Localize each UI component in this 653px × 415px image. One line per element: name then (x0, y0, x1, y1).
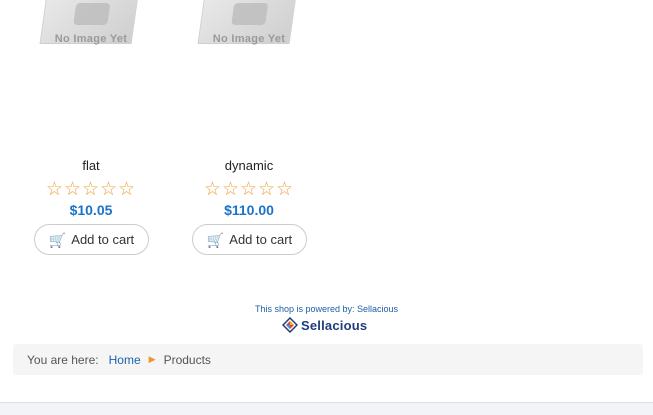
camera-icon (231, 3, 269, 25)
powered-by-text: This shop is powered by: Sellacious (0, 304, 653, 314)
product-image[interactable]: No Image Yet (190, 0, 308, 55)
rating-stars: ☆☆☆☆☆ (45, 179, 137, 200)
sellacious-link[interactable]: Sellacious (357, 304, 398, 314)
rating-stars: ☆☆☆☆☆ (203, 179, 295, 200)
add-to-cart-button[interactable]: 🛒 Add to cart (34, 224, 149, 255)
product-title[interactable]: flat (6, 158, 176, 173)
camera-icon (73, 3, 111, 25)
footer-bar (0, 402, 653, 415)
breadcrumb: You are here: Home ▶ Products (13, 344, 643, 375)
product-image[interactable]: No Image Yet (32, 0, 150, 55)
breadcrumb-label: You are here: (27, 352, 99, 367)
breadcrumb-home-link[interactable]: Home (109, 353, 141, 367)
product-card: No Image Yet dynamic ☆☆☆☆☆ $110.00 🛒 Add… (164, 0, 334, 260)
sellacious-logo-text: Sellacious (301, 317, 368, 333)
add-to-cart-button[interactable]: 🛒 Add to cart (192, 224, 307, 255)
sellacious-logo-icon (282, 317, 298, 333)
product-price: $110.00 (224, 202, 274, 218)
shopping-cart-icon: 🛒 (48, 231, 67, 248)
breadcrumb-current: Products (163, 352, 211, 367)
caret-right-icon: ▶ (148, 354, 156, 364)
add-to-cart-label: Add to cart (229, 232, 293, 247)
sellacious-logo[interactable]: Sellacious (282, 316, 374, 334)
product-card: No Image Yet flat ☆☆☆☆☆ $10.05 🛒 Add to … (6, 0, 176, 260)
product-listing-page: No Image Yet flat ☆☆☆☆☆ $10.05 🛒 Add to … (0, 0, 653, 415)
add-to-cart-label: Add to cart (71, 232, 135, 247)
product-price: $10.05 (69, 202, 113, 218)
no-image-text: No Image Yet (54, 33, 128, 45)
product-title[interactable]: dynamic (164, 158, 334, 173)
no-image-text: No Image Yet (212, 33, 286, 45)
shopping-cart-icon: 🛒 (206, 231, 225, 248)
powered-by-prefix: This shop is powered by: (254, 304, 355, 314)
